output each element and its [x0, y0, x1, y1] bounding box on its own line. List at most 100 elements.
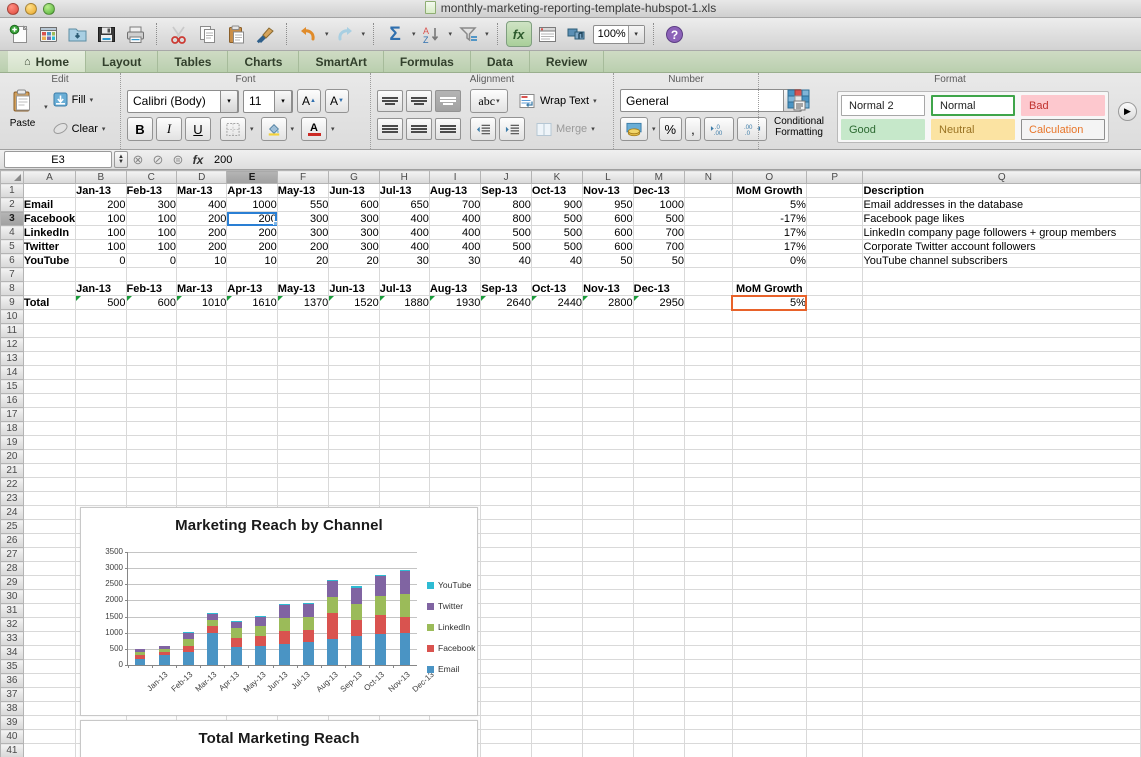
empty-cell-H17[interactable] [379, 408, 429, 422]
empty-cell-N17[interactable] [685, 408, 733, 422]
empty-cell-M30[interactable] [633, 590, 684, 604]
empty-cell-N29[interactable] [685, 576, 733, 590]
empty-cell-L30[interactable] [583, 590, 634, 604]
empty-cell-C18[interactable] [126, 422, 176, 436]
empty-cell-Q35[interactable] [863, 660, 1141, 674]
empty-cell-L19[interactable] [583, 436, 634, 450]
row-header-20[interactable]: 20 [1, 450, 24, 464]
empty-cell-K12[interactable] [531, 338, 582, 352]
filter-icon[interactable] [455, 21, 481, 47]
empty-cell-I16[interactable] [429, 394, 481, 408]
cell-G2[interactable]: 600 [329, 198, 379, 212]
empty-cell-M32[interactable] [633, 618, 684, 632]
empty-cell-P34[interactable] [806, 646, 863, 660]
empty-cell-H18[interactable] [379, 422, 429, 436]
empty-cell-A33[interactable] [23, 632, 75, 646]
cell-D9[interactable]: 1010 [176, 296, 226, 310]
cell-K9[interactable]: 2440 [531, 296, 582, 310]
empty-cell-L24[interactable] [583, 506, 634, 520]
empty-cell-L22[interactable] [583, 478, 634, 492]
empty-cell-D12[interactable] [176, 338, 226, 352]
underline-button[interactable]: U [185, 117, 211, 141]
empty-cell-K29[interactable] [531, 576, 582, 590]
row-header-25[interactable]: 25 [1, 520, 24, 534]
row-header-6[interactable]: 6 [1, 254, 24, 268]
empty-cell-Q8[interactable] [863, 282, 1141, 296]
empty-cell-C16[interactable] [126, 394, 176, 408]
empty-cell-O17[interactable] [732, 408, 806, 422]
column-header-F[interactable]: F [277, 171, 329, 184]
cell-J8[interactable]: Sep-13 [481, 282, 532, 296]
row-header-7[interactable]: 7 [1, 268, 24, 282]
empty-cell-E15[interactable] [227, 380, 277, 394]
table-row[interactable]: 11 [1, 324, 1141, 338]
zoom-dropdown-caret[interactable]: ▾ [628, 26, 644, 43]
empty-cell-I14[interactable] [429, 366, 481, 380]
empty-cell-Q13[interactable] [863, 352, 1141, 366]
empty-cell-L33[interactable] [583, 632, 634, 646]
cell-I4[interactable]: 400 [429, 226, 481, 240]
empty-cell-K7[interactable] [531, 268, 582, 282]
empty-cell-O20[interactable] [732, 450, 806, 464]
empty-cell-G11[interactable] [329, 324, 379, 338]
grow-font-button[interactable]: A▲ [297, 89, 321, 113]
empty-cell-B12[interactable] [76, 338, 126, 352]
empty-cell-H10[interactable] [379, 310, 429, 324]
empty-cell-K11[interactable] [531, 324, 582, 338]
cell-B6[interactable]: 0 [76, 254, 126, 268]
empty-cell-F16[interactable] [277, 394, 329, 408]
empty-cell-B7[interactable] [76, 268, 126, 282]
empty-cell-M14[interactable] [633, 366, 684, 380]
empty-cell-J15[interactable] [481, 380, 532, 394]
cell-G6[interactable]: 20 [329, 254, 379, 268]
empty-cell-I21[interactable] [429, 464, 481, 478]
empty-cell-A35[interactable] [23, 660, 75, 674]
empty-cell-J26[interactable] [481, 534, 532, 548]
cell-O3[interactable]: -17% [732, 212, 806, 226]
cell-A2[interactable]: Email [23, 198, 75, 212]
column-header-H[interactable]: H [379, 171, 429, 184]
cell-A9[interactable]: Total [23, 296, 75, 310]
table-row[interactable]: 14 [1, 366, 1141, 380]
empty-cell-G7[interactable] [329, 268, 379, 282]
column-header-B[interactable]: B [76, 171, 126, 184]
cell-B2[interactable]: 200 [76, 198, 126, 212]
empty-cell-Q15[interactable] [863, 380, 1141, 394]
merge-button[interactable]: Merge ▾ [536, 122, 595, 137]
empty-cell-K35[interactable] [531, 660, 582, 674]
cell-A4[interactable]: LinkedIn [23, 226, 75, 240]
empty-cell-B11[interactable] [76, 324, 126, 338]
empty-cell-A36[interactable] [23, 674, 75, 688]
empty-cell-L29[interactable] [583, 576, 634, 590]
empty-cell-N9[interactable] [685, 296, 733, 310]
row-header-39[interactable]: 39 [1, 716, 24, 730]
cell-L6[interactable]: 50 [583, 254, 634, 268]
cell-M2[interactable]: 1000 [633, 198, 684, 212]
cell-M9[interactable]: 2950 [633, 296, 684, 310]
empty-cell-F23[interactable] [277, 492, 329, 506]
empty-cell-H16[interactable] [379, 394, 429, 408]
column-header-P[interactable]: P [806, 171, 863, 184]
empty-cell-A28[interactable] [23, 562, 75, 576]
row-header-35[interactable]: 35 [1, 660, 24, 674]
empty-cell-O12[interactable] [732, 338, 806, 352]
empty-cell-N20[interactable] [685, 450, 733, 464]
cell-H5[interactable]: 400 [379, 240, 429, 254]
cell-style-neutral[interactable]: Neutral [931, 119, 1015, 140]
table-row[interactable]: 3Facebook1001002002003003004004008005006… [1, 212, 1141, 226]
empty-cell-Q10[interactable] [863, 310, 1141, 324]
cell-E2[interactable]: 1000 [227, 198, 277, 212]
empty-cell-P41[interactable] [806, 744, 863, 757]
empty-cell-P30[interactable] [806, 590, 863, 604]
cell-K4[interactable]: 500 [531, 226, 582, 240]
empty-cell-N19[interactable] [685, 436, 733, 450]
empty-cell-N16[interactable] [685, 394, 733, 408]
empty-cell-Q33[interactable] [863, 632, 1141, 646]
empty-cell-P31[interactable] [806, 604, 863, 618]
empty-cell-N2[interactable] [685, 198, 733, 212]
cell-C8[interactable]: Feb-13 [126, 282, 176, 296]
empty-cell-P33[interactable] [806, 632, 863, 646]
empty-cell-A25[interactable] [23, 520, 75, 534]
empty-cell-P9[interactable] [806, 296, 863, 310]
cell-I2[interactable]: 700 [429, 198, 481, 212]
